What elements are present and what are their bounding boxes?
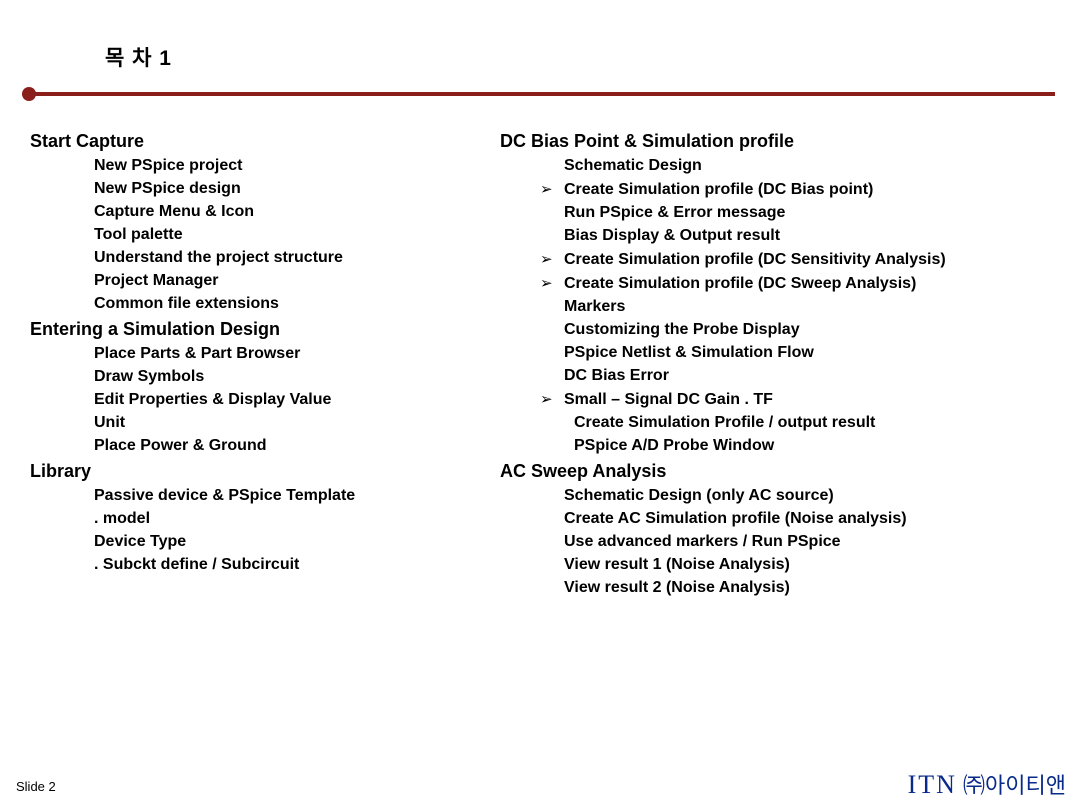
list-item: New PSpice project [30, 157, 490, 175]
list-item-label: Customizing the Probe Display [564, 321, 800, 339]
list-item-label: Run PSpice & Error message [564, 204, 785, 222]
bullet-icon: ➢ [536, 274, 564, 292]
bullet-icon: ➢ [536, 250, 564, 268]
list-item: Capture Menu & Icon [30, 203, 490, 221]
list-item-label: Understand the project structure [94, 249, 343, 267]
bullet-icon: ➢ [536, 180, 564, 198]
divider [25, 92, 1055, 96]
list-item: Project Manager [30, 272, 490, 290]
list-item: PSpice A/D Probe Window [500, 437, 1060, 455]
section-title: Entering a Simulation Design [30, 319, 490, 340]
list-item-label: Device Type [94, 533, 186, 551]
slide-number: Slide 2 [16, 779, 56, 794]
list-item: ➢Small – Signal DC Gain . TF [500, 390, 1060, 409]
list-item: Place Power & Ground [30, 437, 490, 455]
list-item: Edit Properties & Display Value [30, 391, 490, 409]
list-item: ➢Create Simulation profile (DC Bias poin… [500, 180, 1060, 199]
list-item: View result 2 (Noise Analysis) [500, 579, 1060, 597]
list-item: Understand the project structure [30, 249, 490, 267]
list-item: Run PSpice & Error message [500, 204, 1060, 222]
list-item-label: DC Bias Error [564, 367, 669, 385]
list-item-label: New PSpice project [94, 157, 243, 175]
list-item-label: View result 1 (Noise Analysis) [564, 556, 790, 574]
page-title: 목 차 1 [105, 42, 172, 72]
list-item-label: PSpice Netlist & Simulation Flow [564, 344, 814, 362]
list-item: PSpice Netlist & Simulation Flow [500, 344, 1060, 362]
list-item: Unit [30, 414, 490, 432]
brand-itn: ITN [908, 770, 957, 799]
list-item: . Subckt define / Subcircuit [30, 556, 490, 574]
list-item: Schematic Design [500, 157, 1060, 175]
list-item: View result 1 (Noise Analysis) [500, 556, 1060, 574]
list-item: Place Parts & Part Browser [30, 345, 490, 363]
left-column: Start Capture New PSpice project New PSpic… [30, 125, 490, 602]
section-title: Library [30, 461, 490, 482]
list-item: Markers [500, 298, 1060, 316]
list-item-label: Place Power & Ground [94, 437, 266, 455]
list-item-label: . model [94, 510, 150, 528]
list-item: Common file extensions [30, 295, 490, 313]
list-item: ➢Create Simulation profile (DC Sensitivi… [500, 250, 1060, 269]
list-item: DC Bias Error [500, 367, 1060, 385]
right-column: DC Bias Point & Simulation profile Schema… [500, 125, 1060, 602]
list-item-label: New PSpice design [94, 180, 241, 198]
list-item: Bias Display & Output result [500, 227, 1060, 245]
list-item-label: Common file extensions [94, 295, 279, 313]
list-item: Tool palette [30, 226, 490, 244]
slide: 목 차 1 Start Capture New PSpice project New… [0, 0, 1080, 810]
list-item: ➢Create Simulation profile (DC Sweep Ana… [500, 274, 1060, 293]
section-title: AC Sweep Analysis [500, 461, 1060, 482]
list-item-label: Create AC Simulation profile (Noise anal… [564, 510, 907, 528]
list-item-label: Use advanced markers / Run PSpice [564, 533, 841, 551]
list-item-label: Schematic Design [564, 157, 702, 175]
list-item-label: Create Simulation profile (DC Bias point… [564, 181, 873, 199]
list-item-label: Unit [94, 414, 125, 432]
list-item-label: View result 2 (Noise Analysis) [564, 579, 790, 597]
list-item: Draw Symbols [30, 368, 490, 386]
list-item-label: Project Manager [94, 272, 218, 290]
body-columns: Start Capture New PSpice project New PSpic… [30, 125, 1060, 602]
list-item-label: . Subckt define / Subcircuit [94, 556, 299, 574]
list-item-label: Edit Properties & Display Value [94, 391, 331, 409]
list-item-label: Place Parts & Part Browser [94, 345, 300, 363]
list-item-label: Create Simulation Profile / output resul… [574, 414, 875, 432]
list-item-label: Small – Signal DC Gain . TF [564, 391, 773, 409]
list-item: Create Simulation Profile / output resul… [500, 414, 1060, 432]
list-item: Passive device & PSpice Template [30, 487, 490, 505]
list-item-label: Draw Symbols [94, 368, 204, 386]
footer-brand: ITN ㈜아이티앤 [908, 768, 1066, 800]
list-item: Device Type [30, 533, 490, 551]
list-item-label: Passive device & PSpice Template [94, 487, 355, 505]
list-item-label: Bias Display & Output result [564, 227, 780, 245]
list-item-label: Markers [564, 298, 625, 316]
brand-company: ㈜아이티앤 [963, 773, 1066, 798]
list-item-label: Create Simulation profile (DC Sweep Anal… [564, 275, 916, 293]
list-item: Customizing the Probe Display [500, 321, 1060, 339]
list-item: Schematic Design (only AC source) [500, 487, 1060, 505]
list-item: Use advanced markers / Run PSpice [500, 533, 1060, 551]
list-item-label: Capture Menu & Icon [94, 203, 254, 221]
section-title: Start Capture [30, 131, 490, 152]
list-item: . model [30, 510, 490, 528]
list-item: New PSpice design [30, 180, 490, 198]
list-item-label: Create Simulation profile (DC Sensitivit… [564, 251, 946, 269]
list-item-label: PSpice A/D Probe Window [574, 437, 774, 455]
section-title: DC Bias Point & Simulation profile [500, 131, 1060, 152]
bullet-icon: ➢ [536, 390, 564, 408]
list-item-label: Tool palette [94, 226, 183, 244]
list-item: Create AC Simulation profile (Noise anal… [500, 510, 1060, 528]
list-item-label: Schematic Design (only AC source) [564, 487, 834, 505]
